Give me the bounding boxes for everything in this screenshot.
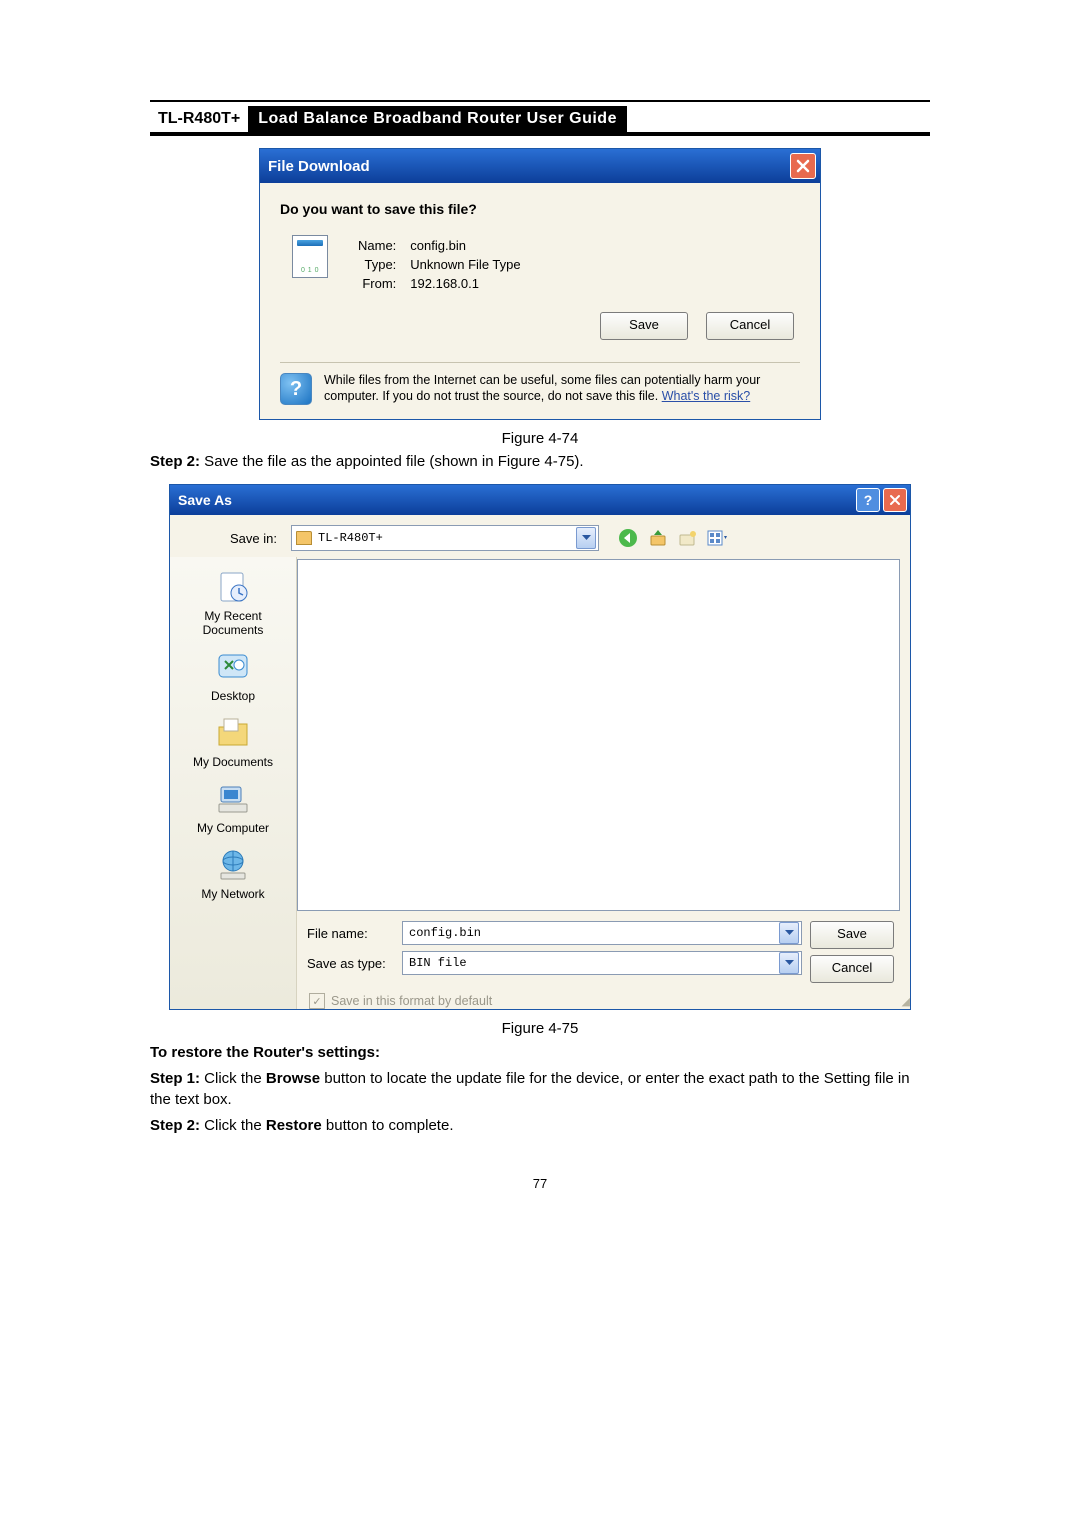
my-documents-icon — [213, 715, 253, 751]
save-as-dialog: Save As ? Save in: TL-R480T+ — [169, 484, 911, 1010]
resize-grip-icon[interactable]: ◢ — [902, 995, 910, 1009]
place-my-computer[interactable]: My Computer — [174, 779, 292, 835]
restore-heading: To restore the Router's settings: — [150, 1043, 930, 1063]
close-icon — [889, 494, 901, 506]
dialog-title: Save As — [178, 492, 232, 508]
desktop-icon — [213, 649, 253, 685]
saveastype-label: Save as type: — [297, 956, 402, 971]
save-button[interactable]: Save — [600, 312, 688, 340]
dialog-titlebar: Save As ? — [170, 485, 910, 515]
from-value: 192.168.0.1 — [404, 275, 526, 292]
warning-text: While files from the Internet can be use… — [324, 373, 800, 405]
name-label: Name: — [352, 237, 402, 254]
name-value: config.bin — [404, 237, 526, 254]
filename-label: File name: — [297, 926, 402, 941]
save-in-combo[interactable]: TL-R480T+ — [291, 525, 599, 551]
file-type-icon: 0 1 0 — [292, 235, 328, 278]
step-2-save-file: Step 2: Save the file as the appointed f… — [150, 453, 930, 470]
whats-the-risk-link[interactable]: What's the risk? — [662, 389, 751, 403]
guide-title: Load Balance Broadband Router User Guide — [248, 106, 627, 132]
close-button[interactable] — [883, 488, 907, 512]
help-button[interactable]: ? — [856, 488, 880, 512]
save-in-value: TL-R480T+ — [318, 531, 383, 545]
close-button[interactable] — [790, 153, 816, 179]
my-network-icon — [213, 847, 253, 883]
new-folder-icon[interactable] — [677, 527, 699, 549]
place-my-network[interactable]: My Network — [174, 845, 292, 901]
chevron-down-icon[interactable] — [779, 922, 799, 944]
chevron-down-icon[interactable] — [779, 952, 799, 974]
cancel-button[interactable]: Cancel — [810, 955, 894, 983]
help-shield-icon: ? — [280, 373, 312, 405]
file-info-table: Name: config.bin Type: Unknown File Type… — [350, 235, 529, 294]
saveastype-combo[interactable]: BIN file — [402, 951, 802, 975]
back-icon[interactable] — [617, 527, 639, 549]
places-bar: My Recent Documents Desktop My Documents… — [170, 557, 297, 1009]
my-computer-icon — [213, 781, 253, 817]
dialog-title: File Download — [268, 158, 370, 175]
recent-documents-icon — [213, 569, 253, 605]
chevron-down-icon[interactable] — [576, 527, 596, 549]
save-in-label: Save in: — [182, 531, 283, 546]
figure-caption-2: Figure 4-75 — [150, 1020, 930, 1037]
file-download-dialog: File Download Do you want to save this f… — [259, 148, 821, 420]
type-value: Unknown File Type — [404, 256, 526, 273]
dialog-question: Do you want to save this file? — [280, 201, 800, 217]
save-format-checkbox: ✓ Save in this format by default — [297, 989, 492, 1009]
filename-input[interactable]: config.bin — [402, 921, 802, 945]
model-label: TL-R480T+ — [150, 106, 248, 132]
close-icon — [796, 159, 810, 173]
restore-step-1: Step 1: Click the Browse button to locat… — [150, 1069, 930, 1110]
save-button[interactable]: Save — [810, 921, 894, 949]
cancel-button[interactable]: Cancel — [706, 312, 794, 340]
type-label: Type: — [352, 256, 402, 273]
dialog-titlebar: File Download — [260, 149, 820, 183]
figure-caption-1: Figure 4-74 — [150, 430, 930, 447]
up-one-level-icon[interactable] — [647, 527, 669, 549]
folder-icon — [296, 531, 312, 545]
restore-step-2: Step 2: Click the Restore button to comp… — [150, 1116, 930, 1136]
place-desktop[interactable]: Desktop — [174, 647, 292, 703]
page-header: TL-R480T+ Load Balance Broadband Router … — [150, 106, 930, 136]
views-icon[interactable] — [707, 527, 729, 549]
place-my-documents[interactable]: My Documents — [174, 713, 292, 769]
checkbox-icon: ✓ — [309, 993, 325, 1009]
page-number: 77 — [150, 1176, 930, 1191]
place-recent[interactable]: My Recent Documents — [174, 567, 292, 637]
file-list-area[interactable] — [297, 559, 900, 911]
from-label: From: — [352, 275, 402, 292]
